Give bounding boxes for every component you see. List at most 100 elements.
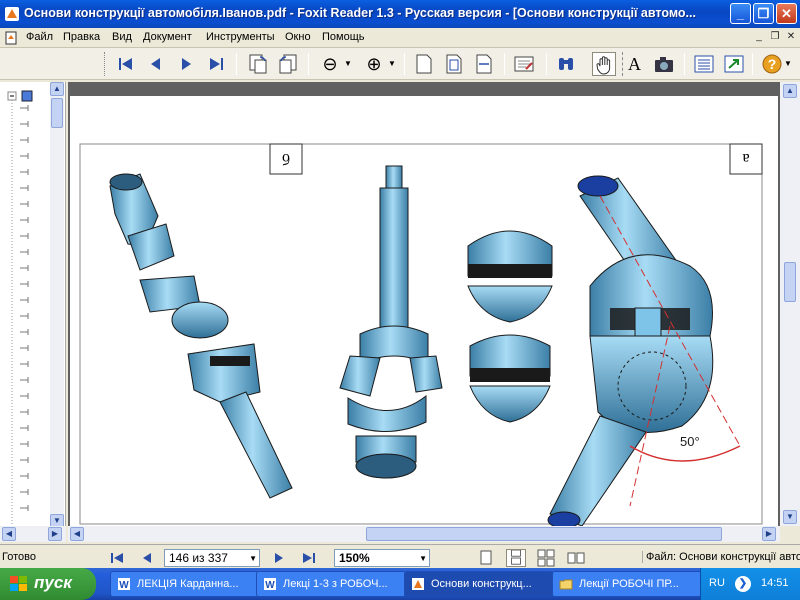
find-icon[interactable] — [554, 52, 578, 76]
document-viewport[interactable]: б а 50° — [68, 82, 780, 526]
bookmark-item-marker[interactable] — [20, 441, 29, 447]
page-number-field[interactable]: 146 из 337 ▼ — [164, 549, 260, 567]
maximize-button[interactable]: ❐ — [753, 3, 774, 24]
fit-width-icon[interactable] — [472, 52, 496, 76]
bookmark-item-marker[interactable] — [20, 329, 29, 335]
bookmark-item-marker[interactable] — [20, 345, 29, 351]
bookmark-item-marker[interactable] — [20, 281, 29, 287]
menu-help[interactable]: Помощь — [322, 31, 365, 43]
bookmark-item-marker[interactable] — [20, 489, 29, 495]
bookmark-item-marker[interactable] — [20, 201, 29, 207]
tray-expand-icon[interactable]: ❯ — [735, 576, 751, 592]
bookmark-item-marker[interactable] — [20, 457, 29, 463]
bookmark-item-marker[interactable] — [20, 249, 29, 255]
zoom-level-field[interactable]: 150% ▼ — [334, 549, 430, 567]
select-text-icon[interactable]: A — [622, 52, 646, 76]
horizontal-scroll-thumb[interactable] — [366, 527, 722, 541]
menu-view[interactable]: Вид — [112, 31, 132, 43]
bookmark-item-marker[interactable] — [20, 105, 29, 111]
doc-restore-button[interactable]: ❐ — [768, 30, 782, 44]
menu-window[interactable]: Окно — [285, 31, 311, 43]
bookmarks-icon[interactable] — [692, 52, 716, 76]
scroll-left-icon[interactable]: ◀ — [70, 527, 84, 541]
bookmark-scroll-up-icon[interactable]: ▲ — [50, 82, 64, 96]
rotate-right-icon[interactable] — [276, 52, 300, 76]
document-vertical-scrollbar[interactable]: ▲ ▼ — [780, 82, 800, 526]
scroll-down-icon[interactable]: ▼ — [783, 510, 797, 524]
menu-edit[interactable]: Правка — [63, 31, 100, 43]
status-first-page-icon[interactable] — [108, 549, 126, 567]
bookmark-item-marker[interactable] — [20, 473, 29, 479]
help-dropdown-icon[interactable]: ▼ — [784, 52, 794, 76]
clock[interactable]: 14:51 — [761, 577, 789, 589]
bookmark-item-marker[interactable] — [20, 153, 29, 159]
scroll-right-icon[interactable]: ▶ — [762, 527, 776, 541]
facing-view-icon[interactable] — [536, 549, 556, 567]
bookmark-item-marker[interactable] — [20, 505, 29, 511]
bookmark-item-marker[interactable] — [20, 393, 29, 399]
bookmark-item-marker[interactable] — [20, 425, 29, 431]
menu-document[interactable]: Документ — [143, 31, 192, 43]
title-bar[interactable]: Основи конструкції автомобіля.Іванов.pdf… — [0, 0, 800, 28]
export-icon[interactable] — [722, 52, 746, 76]
toolbar-grip[interactable] — [104, 52, 107, 76]
snapshot-icon[interactable] — [652, 52, 676, 76]
taskbar-item-active[interactable]: Основи конструкц... — [404, 571, 554, 597]
bookmark-item-marker[interactable] — [20, 361, 29, 367]
zoom-dropdown-icon[interactable]: ▼ — [419, 551, 427, 567]
fit-page-icon[interactable] — [442, 52, 466, 76]
bookmark-item-marker[interactable] — [20, 185, 29, 191]
bookmark-item-marker[interactable] — [20, 313, 29, 319]
scroll-up-icon[interactable]: ▲ — [783, 84, 797, 98]
menu-tools[interactable]: Инструменты — [206, 31, 275, 43]
bookmark-item-marker[interactable] — [20, 409, 29, 415]
bookmark-scroll-right-icon[interactable]: ▶ — [48, 527, 62, 541]
menu-file[interactable]: Файл — [26, 31, 53, 43]
last-page-icon[interactable] — [204, 52, 228, 76]
previous-page-icon[interactable] — [144, 52, 168, 76]
bookmark-item-marker[interactable] — [20, 297, 29, 303]
doc-close-button[interactable]: ✕ — [784, 30, 798, 44]
status-next-page-icon[interactable] — [270, 549, 288, 567]
actual-size-icon[interactable] — [412, 52, 436, 76]
status-previous-page-icon[interactable] — [138, 549, 156, 567]
vertical-scroll-thumb[interactable] — [784, 262, 796, 302]
close-button[interactable]: ✕ — [776, 3, 797, 24]
next-page-icon[interactable] — [174, 52, 198, 76]
taskbar-item[interactable]: W ЛЕКЦІЯ Карданна... — [110, 571, 260, 597]
language-indicator[interactable]: RU — [709, 577, 725, 589]
zoom-in-dropdown-icon[interactable]: ▼ — [388, 52, 398, 76]
status-last-page-icon[interactable] — [300, 549, 318, 567]
page-dropdown-icon[interactable]: ▼ — [249, 551, 257, 567]
bookmark-item-marker[interactable] — [20, 169, 29, 175]
svg-text:W: W — [119, 580, 129, 591]
continuous-facing-view-icon[interactable] — [566, 549, 586, 567]
taskbar-item[interactable]: W Лекці 1-3 з РОБОЧ... — [256, 571, 406, 597]
bookmark-scroll-left-icon[interactable]: ◀ — [2, 527, 16, 541]
zoom-out-dropdown-icon[interactable]: ▼ — [344, 52, 354, 76]
zoom-in-icon[interactable]: ⊕ — [362, 52, 386, 76]
bookmark-items[interactable] — [18, 104, 48, 524]
bookmark-scrollbar[interactable]: ▲ ▼ — [50, 82, 64, 542]
bookmark-hscrollbar[interactable]: ◀ ▶ — [0, 526, 66, 542]
taskbar-item[interactable]: Лекції РОБОЧІ ПР... — [552, 571, 702, 597]
bookmark-item-marker[interactable] — [20, 377, 29, 383]
bookmark-item-marker[interactable] — [20, 265, 29, 271]
bookmark-item-marker[interactable] — [20, 137, 29, 143]
document-horizontal-scrollbar[interactable]: ◀ ▶ — [68, 526, 780, 542]
first-page-icon[interactable] — [114, 52, 138, 76]
bookmark-item-marker[interactable] — [20, 217, 29, 223]
rotate-left-icon[interactable] — [246, 52, 270, 76]
bookmark-item-marker[interactable] — [20, 233, 29, 239]
continuous-view-icon[interactable] — [506, 549, 526, 567]
single-page-view-icon[interactable] — [476, 549, 496, 567]
zoom-out-icon[interactable]: ⊖ — [318, 52, 342, 76]
start-button[interactable]: пуск — [0, 568, 96, 600]
document-icon[interactable] — [4, 31, 18, 45]
minimize-button[interactable]: _ — [730, 3, 751, 24]
bookmark-item-marker[interactable] — [20, 121, 29, 127]
bookmark-scroll-thumb[interactable] — [51, 98, 63, 128]
annotate-icon[interactable] — [512, 52, 536, 76]
doc-minimize-button[interactable]: _ — [752, 30, 766, 44]
hand-tool-icon[interactable] — [592, 52, 616, 76]
